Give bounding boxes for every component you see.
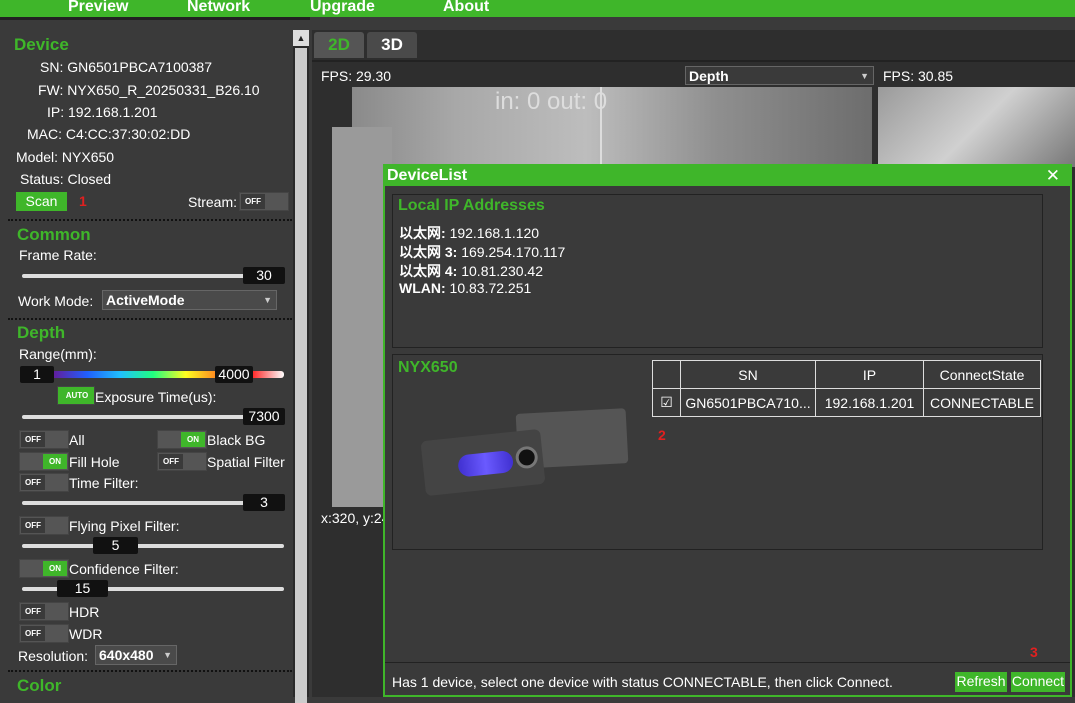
fps-right: FPS: 30.85: [883, 68, 954, 84]
menu-about[interactable]: About: [443, 0, 489, 16]
flying-pixel-label: Flying Pixel Filter:: [69, 518, 180, 534]
settings-panel: Device SN: GN6501PBCA7100387 FW: NYX650_…: [0, 17, 310, 697]
black-bg-toggle[interactable]: ON: [157, 430, 207, 449]
scroll-up-icon[interactable]: ▲: [293, 30, 309, 46]
range-max[interactable]: 4000: [215, 366, 253, 383]
table-header-row: SN IP ConnectState: [652, 360, 1041, 389]
row-checkbox[interactable]: ☑: [652, 388, 681, 417]
device-group-box: NYX650 SN IP ConnectState ☑ GN6501PBCA71…: [392, 354, 1043, 550]
connect-button[interactable]: Connect: [1011, 672, 1065, 692]
frame-rate-value: 30: [243, 267, 285, 284]
ip-row: 以太网 3: 169.254.170.117: [399, 244, 566, 260]
device-table: SN IP ConnectState ☑ GN6501PBCA710... 19…: [652, 360, 1041, 417]
header-sn: SN: [680, 360, 816, 389]
device-sn: SN: GN6501PBCA7100387: [40, 59, 212, 75]
tab-3d[interactable]: 3D: [367, 32, 417, 58]
device-section-title: Device: [14, 35, 69, 54]
marker-1: 1: [79, 193, 87, 209]
tab-2d[interactable]: 2D: [314, 32, 364, 58]
time-filter-toggle[interactable]: OFF: [19, 473, 69, 492]
close-icon[interactable]: ✕: [1046, 166, 1060, 186]
confidence-filter-toggle[interactable]: ON: [19, 559, 69, 578]
marker-2: 2: [658, 427, 666, 443]
color-image: [878, 87, 1075, 167]
cell-connect-state[interactable]: CONNECTABLE: [923, 388, 1041, 417]
dialog-title: DeviceList: [385, 166, 1070, 186]
cell-sn[interactable]: GN6501PBCA710...: [680, 388, 816, 417]
stream-label: Stream:: [188, 194, 238, 210]
chevron-down-icon: ▼: [163, 650, 172, 660]
hdr-label: HDR: [69, 604, 100, 620]
camera-image: [420, 428, 546, 497]
wdr-label: WDR: [69, 626, 103, 642]
chevron-down-icon: ▼: [263, 295, 272, 305]
divider: [8, 318, 292, 320]
flying-pixel-toggle[interactable]: OFF: [19, 516, 69, 535]
all-toggle[interactable]: OFF: [19, 430, 69, 449]
black-bg-label: Black BG: [207, 432, 266, 448]
depth-section-title: Depth: [17, 323, 66, 342]
scan-button[interactable]: Scan: [16, 192, 67, 211]
time-filter-label: Time Filter:: [69, 475, 139, 491]
common-section-title: Common: [17, 225, 91, 244]
ip-row: 以太网 4: 10.81.230.42: [399, 263, 543, 279]
divider: [8, 670, 292, 672]
cell-ip[interactable]: 192.168.1.201: [815, 388, 924, 417]
menu-preview[interactable]: Preview: [68, 0, 128, 16]
dialog-status-text: Has 1 device, select one device with sta…: [392, 674, 893, 690]
device-list-dialog: DeviceList ✕ Local IP Addresses 以太网: 192…: [383, 164, 1072, 697]
local-ip-title: Local IP Addresses: [398, 197, 545, 214]
flying-pixel-value: 5: [93, 537, 138, 554]
header-ip: IP: [815, 360, 924, 389]
exposure-auto-toggle[interactable]: AUTO: [57, 386, 95, 405]
ip-row: 以太网: 192.168.1.120: [399, 225, 540, 241]
spatial-filter-toggle[interactable]: OFF: [157, 452, 207, 471]
local-ip-box: Local IP Addresses 以太网: 192.168.1.120 以太…: [392, 194, 1043, 348]
device-ip: IP: 192.168.1.201: [47, 104, 158, 120]
confidence-filter-label: Confidence Filter:: [69, 561, 179, 577]
refresh-button[interactable]: Refresh: [955, 672, 1007, 692]
range-min[interactable]: 1: [20, 366, 54, 383]
stream-type-select[interactable]: Depth ▼: [685, 66, 874, 85]
device-mac: MAC: C4:CC:37:30:02:DD: [27, 126, 191, 142]
color-section-title: Color: [17, 676, 62, 695]
all-label: All: [69, 432, 85, 448]
cursor-position: x:320, y:24: [321, 510, 390, 526]
top-menu-bar: Preview Network Upgrade About: [0, 0, 1075, 17]
scroll-thumb[interactable]: [295, 48, 307, 703]
in-out-counter: in: 0 out: 0: [495, 88, 608, 115]
exposure-label: Exposure Time(us):: [95, 389, 217, 405]
confidence-filter-value: 15: [57, 580, 108, 597]
stream-toggle[interactable]: OFF: [239, 192, 289, 211]
wdr-toggle[interactable]: OFF: [19, 624, 69, 643]
header-connect-state: ConnectState: [923, 360, 1041, 389]
marker-3: 3: [1030, 644, 1038, 660]
device-model: Model: NYX650: [16, 149, 115, 165]
device-fw: FW: NYX650_R_20250331_B26.10: [38, 82, 260, 98]
exposure-value: 7300: [243, 408, 285, 425]
work-mode-select[interactable]: ActiveMode ▼: [102, 290, 277, 310]
flying-pixel-slider[interactable]: [22, 544, 284, 548]
resolution-select[interactable]: 640x480 ▼: [95, 645, 177, 665]
range-label: Range(mm):: [19, 346, 97, 362]
hdr-toggle[interactable]: OFF: [19, 602, 69, 621]
spatial-filter-label: Spatial Filter: [207, 454, 285, 470]
work-mode-label: Work Mode:: [18, 293, 94, 309]
fill-hole-label: Fill Hole: [69, 454, 120, 470]
menu-upgrade[interactable]: Upgrade: [310, 0, 375, 16]
time-filter-value: 3: [243, 494, 285, 511]
fps-left: FPS: 29.30: [321, 68, 392, 84]
divider: [8, 219, 292, 221]
chevron-down-icon: ▼: [860, 71, 869, 81]
ip-row: WLAN: 10.83.72.251: [399, 280, 532, 296]
table-row[interactable]: ☑ GN6501PBCA710... 192.168.1.201 CONNECT…: [652, 388, 1041, 417]
device-group-title: NYX650: [398, 359, 458, 376]
resolution-label: Resolution:: [18, 648, 89, 664]
fill-hole-toggle[interactable]: ON: [19, 452, 69, 471]
menu-network[interactable]: Network: [187, 0, 250, 16]
frame-rate-label: Frame Rate:: [19, 247, 97, 263]
panel-scrollbar[interactable]: ▲: [293, 30, 309, 703]
device-status: Status: Closed: [20, 171, 112, 187]
